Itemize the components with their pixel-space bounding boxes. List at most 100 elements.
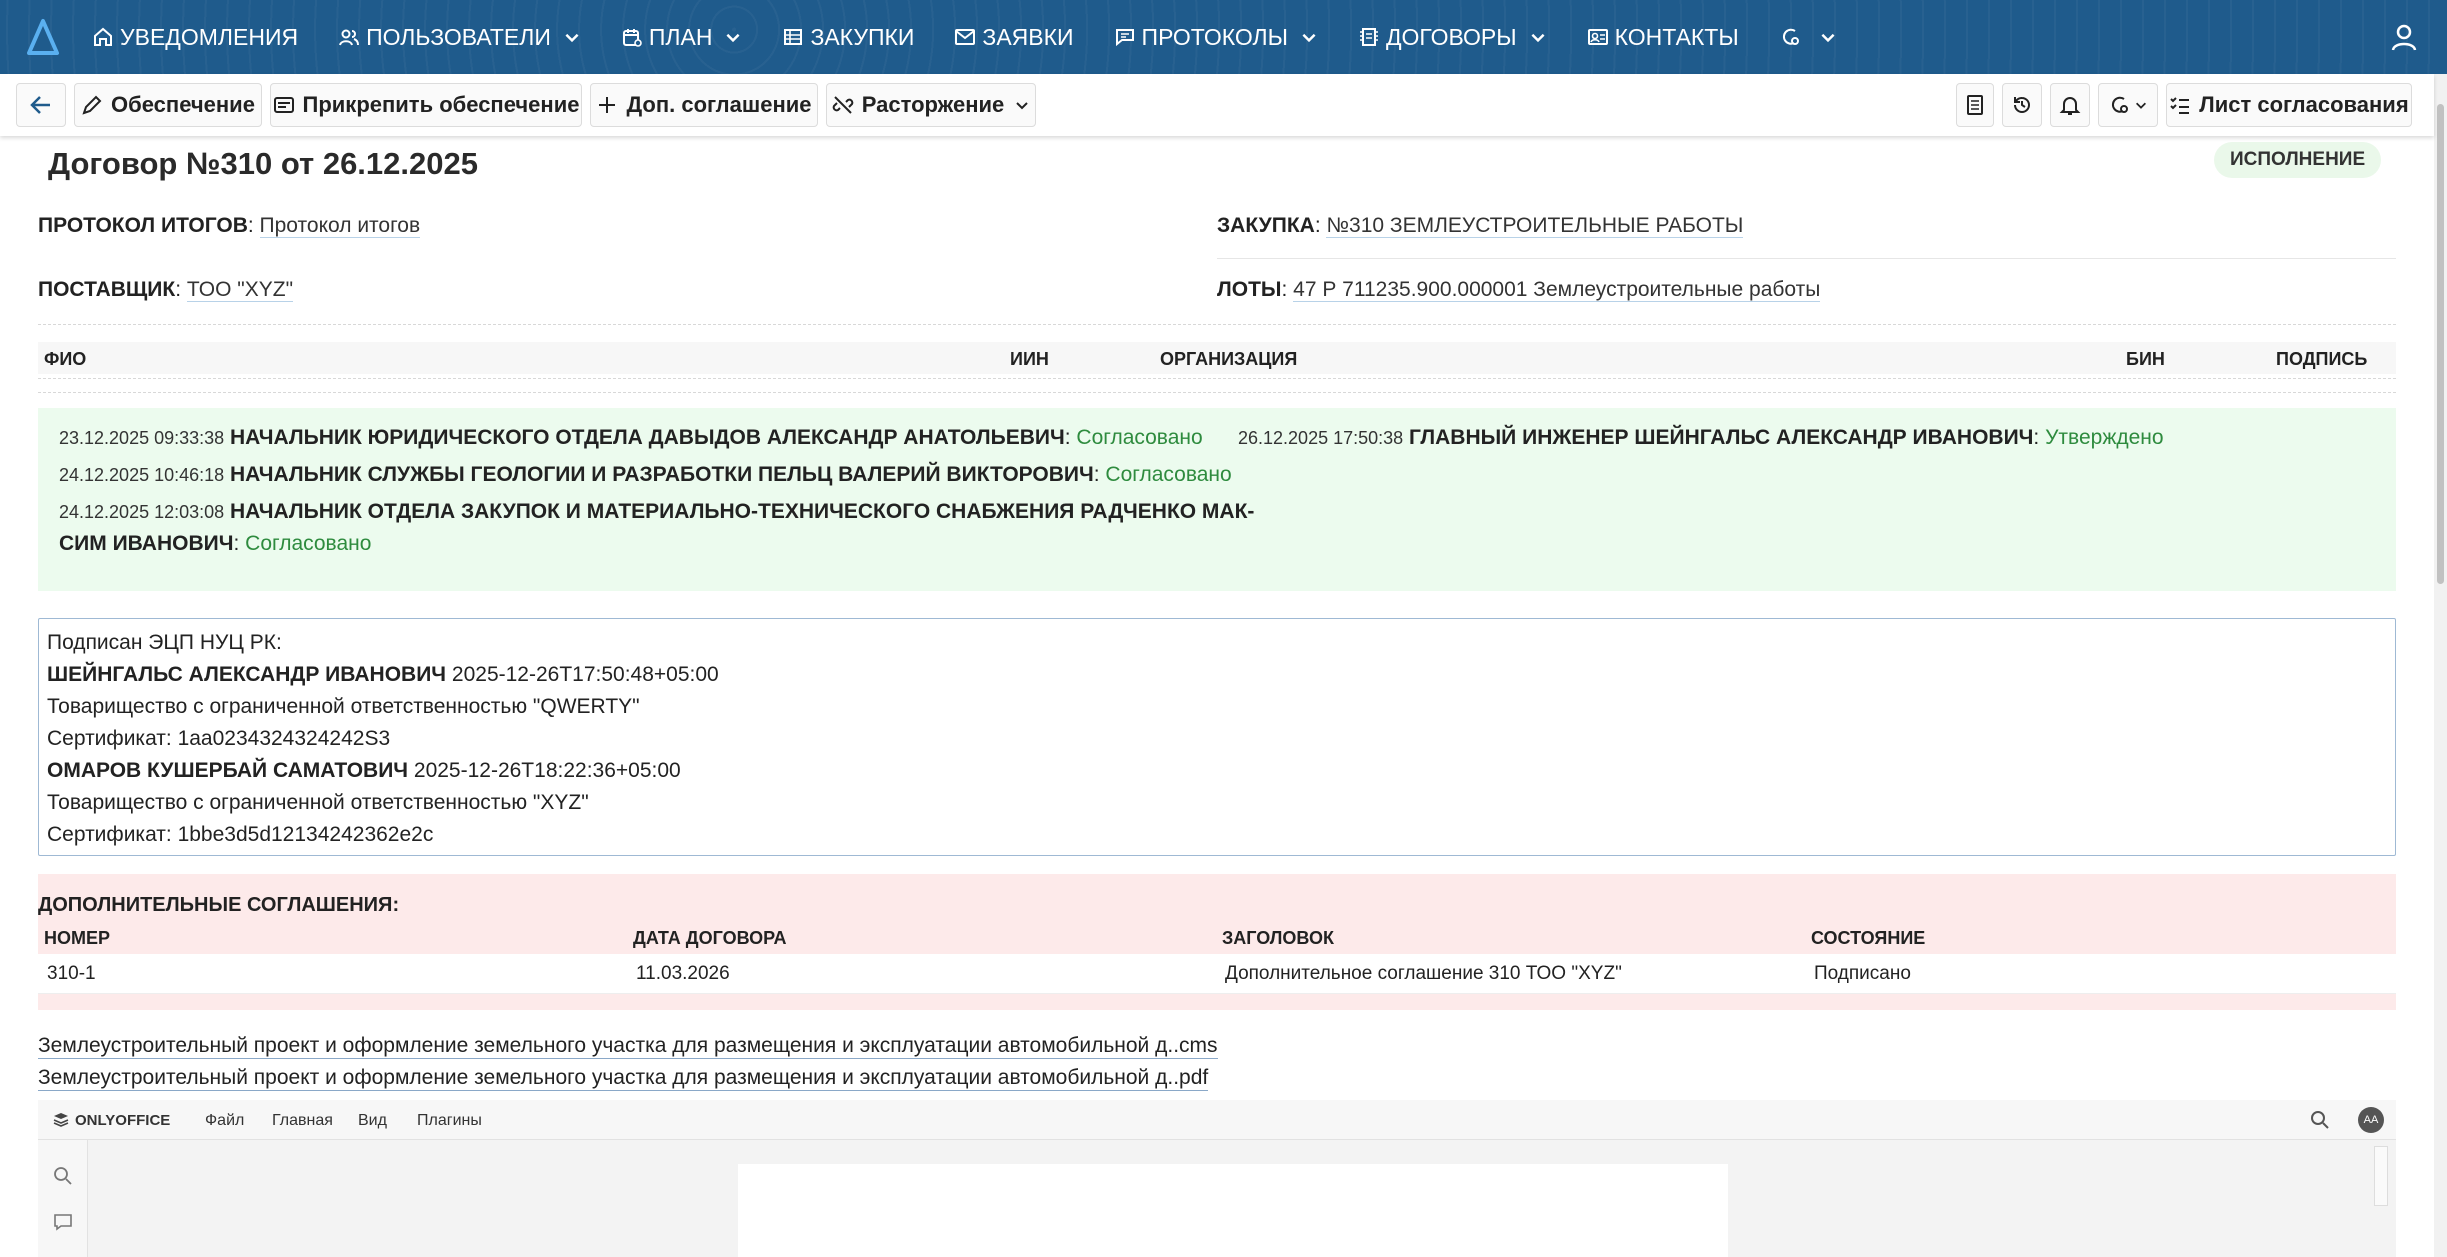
signer-time: 2025-12-26T18:22:36+05:00 [413,759,681,782]
divider [38,392,2396,393]
purchase-link[interactable]: №310 ЗЕМЛЕУСТРОИТЕЛЬНЫЕ РАБОТЫ [1326,214,1744,238]
signer-cert: Сертификат: 1bbe3d5d12134242362e2c [47,823,434,846]
nav-item-3[interactable]: ЗАКУПКИ [782,24,914,51]
notification-button[interactable] [2050,83,2090,127]
termination-dropdown[interactable]: Расторжение [826,83,1036,127]
approval-item: 24.12.2025 12:03:08 НАЧАЛЬНИК ОТДЕЛА ЗАК… [59,500,1255,555]
col-state: СОСТОЯНИЕ [1811,928,1926,948]
document-view-button[interactable] [1956,83,1994,127]
termination-dropdown-label: Расторжение [861,92,1005,117]
history-button[interactable] [2002,83,2042,127]
scrollbar-thumb[interactable] [2437,104,2444,584]
approval-item: 24.12.2025 10:46:18 НАЧАЛЬНИК СЛУЖБЫ ГЕО… [59,463,1232,486]
approval-status: Утверждено [2045,426,2164,449]
signers-table-header: ФИО ИИН ОРГАНИЗАЦИЯ БИН ПОДПИСЬ [38,342,2396,374]
top-navigation: УВЕДОМЛЕНИЯ ПОЛЬЗОВАТЕЛИ ПЛАН ЗАКУПКИ ЗАЯВКИ… [0,0,2447,74]
protocol-link[interactable]: Протокол итогов [259,214,421,238]
search-icon[interactable] [53,1166,73,1186]
menu-home[interactable]: Главная [272,1112,333,1130]
page-title: Договор №310 от 26.12.2025 [48,146,478,181]
comment-icon[interactable] [53,1212,73,1232]
additional-agreements-heading: ДОПОЛНИТЕЛЬНЫЕ СОГЛАШЕНИЯ: [38,874,2396,922]
approval-item: 26.12.2025 17:50:38 ГЛАВНЫЙ ИНЖЕНЕР ШЕЙН… [1238,426,2164,449]
nav-item-5[interactable]: ПРОТОКОЛЫ [1114,24,1318,51]
back-button[interactable] [16,83,66,127]
nav-item-label: КОНТАКТЫ [1614,23,1739,50]
approval-person: НАЧАЛЬНИК ЮРИДИЧЕСКОГО ОТДЕЛА ДАВЫДОВ АЛ… [230,426,1065,449]
nav-item-7[interactable]: КОНТАКТЫ [1587,24,1739,51]
signer-org: Товарищество с ограниченной ответственно… [47,791,589,814]
security-button[interactable]: Обеспечение [74,83,262,127]
approval-person-continued: СИМ ИВАНОВИЧ [59,532,234,555]
add-agreement-button[interactable]: Доп. соглашение [590,83,818,127]
status-badge: ИСПОЛНЕНИЕ [2214,142,2382,178]
supplier-label: ПОСТАВЩИК [38,278,176,301]
history-icon [2014,97,2030,113]
purchase-field: ЗАКУПКА: №310 ЗЕМЛЕУСТРОИТЕЛЬНЫЕ РАБОТЫ [1217,214,1744,238]
document-scrollbar[interactable] [2374,1146,2388,1206]
approval-timestamp: 24.12.2025 12:03:08 [59,502,225,522]
file-link-pdf[interactable]: Землеустроительный проект и оформление з… [38,1066,1209,1091]
search-icon[interactable] [2310,1110,2330,1130]
lots-label: ЛОТЫ [1217,278,1282,301]
approval-timestamp: 24.12.2025 10:46:18 [59,465,225,485]
signer-cert: Сертификат: 1aa0234324324242S3 [47,727,391,750]
nav-item-2[interactable]: ПЛАН [621,24,743,51]
calendar-icon [622,29,642,47]
approval-sheet-button[interactable]: Лист согласования [2166,83,2412,127]
ecp-signature-box: Подписан ЭЦП НУЦ РК: ШЕЙНГАЛЬС АЛЕКСАНДР… [38,618,2396,856]
security-button-label: Обеспечение [111,92,255,117]
signer-name: ОМАРОВ КУШЕРБАЙ САМАТОВИЧ [47,759,409,782]
supplier-link[interactable]: ТОО "XYZ" [186,278,294,302]
nav-item-label: ПРОТОКОЛЫ [1141,23,1288,50]
onlyoffice-logo-icon [53,1113,69,1127]
agreement-state: Подписано [1814,963,1911,984]
menu-plugins[interactable]: Плагины [417,1112,482,1130]
page-scrollbar[interactable] [2434,74,2447,1257]
logo-icon[interactable] [26,18,60,56]
plus-icon [599,97,616,113]
nav-item-label: ПОЛЬЗОВАТЕЛИ [366,23,551,50]
protocol-field: ПРОТОКОЛ ИТОГОВ: Протокол итогов [38,214,421,238]
alarm-icon [2059,97,2081,115]
approval-person: НАЧАЛЬНИК ОТДЕЛА ЗАКУПОК И МАТЕРИАЛЬНО-Т… [230,500,1255,523]
nav-item-1[interactable]: ПОЛЬЗОВАТЕЛИ [338,24,581,51]
avatar[interactable]: AA [2358,1107,2384,1133]
menu-view[interactable]: Вид [358,1112,387,1130]
col-fio: ФИО [44,349,87,369]
col-signature: ПОДПИСЬ [2276,349,2368,369]
ecp-signer-2: ОМАРОВ КУШЕРБАЙ САМАТОВИЧ 2025-12-26T18:… [47,755,2395,787]
ecp-signer-1: ШЕЙНГАЛЬС АЛЕКСАНДР ИВАНОВИЧ 2025-12-26T… [47,659,2395,691]
attach-security-button[interactable]: Прикрепить обеспечение [270,83,582,127]
col-title: ЗАГОЛОВОК [1222,928,1334,948]
protocol-label: ПРОТОКОЛ ИТОГОВ [38,214,248,237]
lots-link[interactable]: 47 Р 711235.900.000001 Землеустроительны… [1293,278,1821,302]
menu-file[interactable]: Файл [205,1112,244,1130]
divider [38,324,2396,325]
col-number: НОМЕР [44,928,111,948]
nav-item-0[interactable]: УВЕДОМЛЕНИЯ [92,24,298,51]
nav-item-label: ЗАЯВКИ [982,23,1074,50]
nav-item-6[interactable]: ДОГОВОРЫ [1358,24,1547,51]
nav-item-4[interactable]: ЗАЯВКИ [954,23,1074,51]
nav-menu: УВЕДОМЛЕНИЯ ПОЛЬЗОВАТЕЛИ ПЛАН ЗАКУПКИ ЗАЯВКИ… [92,0,1877,74]
nav-more-dropdown[interactable] [1779,26,1837,48]
divider [38,378,2396,379]
protocol-icon [1115,29,1134,47]
signer-name: ШЕЙНГАЛЬС АЛЕКСАНДР ИВАНОВИЧ [47,663,447,686]
approval-person: ГЛАВНЫЙ ИНЖЕНЕР ШЕЙНГАЛЬС АЛЕКСАНДР ИВАН… [1409,426,2034,449]
approval-item: 23.12.2025 09:33:38 НАЧАЛЬНИК ЮРИДИЧЕСКО… [59,426,1203,449]
table-row[interactable]: 310-1 11.03.2026 Дополнительное соглашен… [38,954,2396,994]
user-icon[interactable] [2389,22,2419,52]
supplier-field: ПОСТАВЩИК: ТОО "XYZ" [38,278,294,302]
approval-timestamp: 23.12.2025 09:33:38 [59,428,225,448]
agreements-table-header: НОМЕР ДАТА ДОГОВОРА ЗАГОЛОВОК СОСТОЯНИЕ [38,922,2396,954]
approval-status: Согласовано [1076,426,1203,449]
chevron-down-icon [565,33,579,43]
table-icon [784,29,803,45]
extra-actions-dropdown[interactable] [2098,83,2158,127]
col-iin: ИИН [1010,349,1049,369]
col-bin: БИН [2126,349,2165,369]
approvals-panel: 23.12.2025 09:33:38 НАЧАЛЬНИК ЮРИДИЧЕСКО… [38,408,2396,591]
file-link-cms[interactable]: Землеустроительный проект и оформление з… [38,1034,1218,1059]
